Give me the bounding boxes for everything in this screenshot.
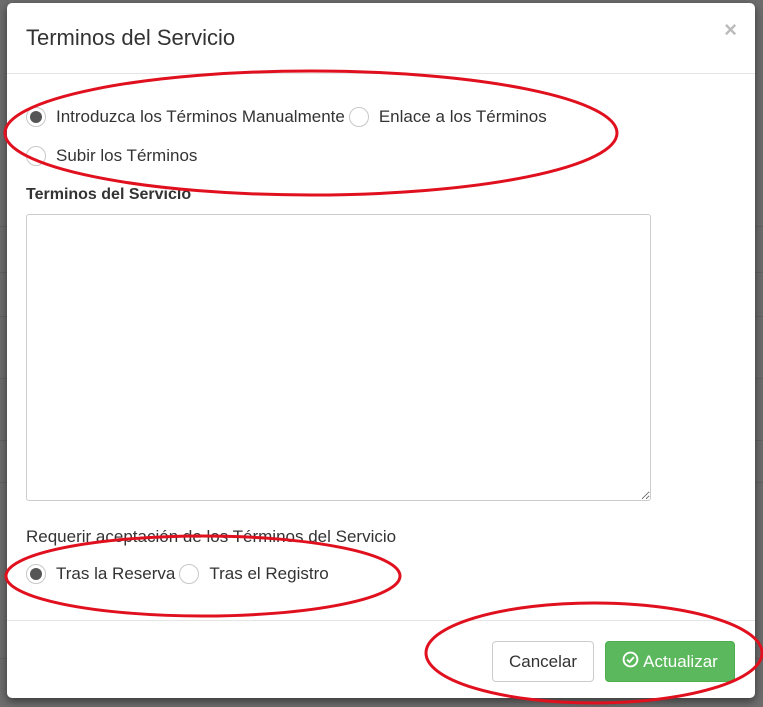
check-circle-icon xyxy=(622,651,639,673)
radio-after-booking-label[interactable]: Tras la Reserva xyxy=(56,564,175,584)
terms-modal: Terminos del Servicio × Introduzca los T… xyxy=(7,3,755,698)
radio-upload-terms-label[interactable]: Subir los Términos xyxy=(56,146,197,166)
update-button[interactable]: Actualizar xyxy=(605,641,735,682)
modal-footer: Cancelar Actualizar xyxy=(7,620,755,699)
radio-after-registration-label[interactable]: Tras el Registro xyxy=(209,564,328,584)
radio-after-registration[interactable] xyxy=(179,564,200,584)
radio-manual-terms[interactable] xyxy=(26,107,46,127)
terms-textarea[interactable] xyxy=(26,214,651,501)
radio-link-terms[interactable] xyxy=(348,107,369,127)
modal-title: Terminos del Servicio xyxy=(26,25,236,50)
close-icon[interactable]: × xyxy=(724,19,737,41)
acceptance-label: Requerir aceptación de los Términos del … xyxy=(26,527,397,546)
terms-source-row-1: Introduzca los Términos Manualmente Enla… xyxy=(26,107,551,127)
cancel-button[interactable]: Cancelar xyxy=(492,641,594,682)
radio-manual-terms-label[interactable]: Introduzca los Términos Manualmente xyxy=(56,107,345,127)
terms-source-row-2: Subir los Términos xyxy=(26,146,201,166)
acceptance-row: Tras la Reserva Tras el Registro xyxy=(26,564,333,584)
radio-upload-terms[interactable] xyxy=(26,146,46,166)
terms-field-label: Terminos del Servicio xyxy=(26,186,192,203)
modal-header: Terminos del Servicio × xyxy=(7,3,755,74)
update-button-label: Actualizar xyxy=(643,651,718,671)
radio-after-booking[interactable] xyxy=(26,564,46,584)
radio-link-terms-label[interactable]: Enlace a los Términos xyxy=(379,107,547,127)
